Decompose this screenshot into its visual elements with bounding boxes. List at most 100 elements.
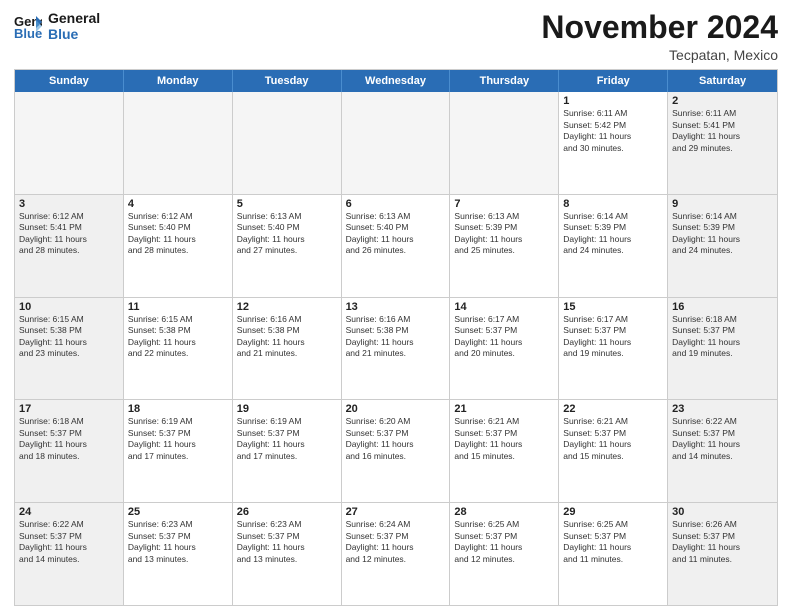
day-number: 8: [563, 198, 663, 210]
calendar-row-4: 24Sunrise: 6:22 AMSunset: 5:37 PMDayligh…: [15, 502, 777, 605]
day-number: 23: [672, 403, 773, 415]
day-number: 18: [128, 403, 228, 415]
cal-cell-0-3: [342, 92, 451, 194]
cell-info: Sunrise: 6:11 AMSunset: 5:42 PMDaylight:…: [563, 108, 663, 154]
calendar-page: General Blue General Blue November 2024 …: [0, 0, 792, 612]
weekday-header-saturday: Saturday: [668, 70, 777, 92]
calendar-row-2: 10Sunrise: 6:15 AMSunset: 5:38 PMDayligh…: [15, 297, 777, 400]
day-number: 24: [19, 506, 119, 518]
header: General Blue General Blue November 2024 …: [14, 10, 778, 63]
calendar-body: 1Sunrise: 6:11 AMSunset: 5:42 PMDaylight…: [15, 92, 777, 605]
day-number: 10: [19, 301, 119, 313]
cell-info: Sunrise: 6:12 AMSunset: 5:41 PMDaylight:…: [19, 211, 119, 257]
cal-cell-1-6: 9Sunrise: 6:14 AMSunset: 5:39 PMDaylight…: [668, 195, 777, 297]
cal-cell-2-4: 14Sunrise: 6:17 AMSunset: 5:37 PMDayligh…: [450, 298, 559, 400]
day-number: 17: [19, 403, 119, 415]
day-number: 4: [128, 198, 228, 210]
day-number: 30: [672, 506, 773, 518]
cal-cell-3-3: 20Sunrise: 6:20 AMSunset: 5:37 PMDayligh…: [342, 400, 451, 502]
cal-cell-1-2: 5Sunrise: 6:13 AMSunset: 5:40 PMDaylight…: [233, 195, 342, 297]
day-number: 9: [672, 198, 773, 210]
cell-info: Sunrise: 6:18 AMSunset: 5:37 PMDaylight:…: [672, 314, 773, 360]
cal-cell-3-4: 21Sunrise: 6:21 AMSunset: 5:37 PMDayligh…: [450, 400, 559, 502]
day-number: 5: [237, 198, 337, 210]
cell-info: Sunrise: 6:19 AMSunset: 5:37 PMDaylight:…: [237, 416, 337, 462]
cal-cell-1-4: 7Sunrise: 6:13 AMSunset: 5:39 PMDaylight…: [450, 195, 559, 297]
cal-cell-0-5: 1Sunrise: 6:11 AMSunset: 5:42 PMDaylight…: [559, 92, 668, 194]
day-number: 26: [237, 506, 337, 518]
cal-cell-2-3: 13Sunrise: 6:16 AMSunset: 5:38 PMDayligh…: [342, 298, 451, 400]
day-number: 14: [454, 301, 554, 313]
cal-cell-4-5: 29Sunrise: 6:25 AMSunset: 5:37 PMDayligh…: [559, 503, 668, 605]
cal-cell-2-0: 10Sunrise: 6:15 AMSunset: 5:38 PMDayligh…: [15, 298, 124, 400]
cal-cell-2-6: 16Sunrise: 6:18 AMSunset: 5:37 PMDayligh…: [668, 298, 777, 400]
day-number: 15: [563, 301, 663, 313]
cell-info: Sunrise: 6:14 AMSunset: 5:39 PMDaylight:…: [563, 211, 663, 257]
day-number: 19: [237, 403, 337, 415]
day-number: 22: [563, 403, 663, 415]
cal-cell-1-0: 3Sunrise: 6:12 AMSunset: 5:41 PMDaylight…: [15, 195, 124, 297]
cell-info: Sunrise: 6:25 AMSunset: 5:37 PMDaylight:…: [563, 519, 663, 565]
weekday-header-sunday: Sunday: [15, 70, 124, 92]
cell-info: Sunrise: 6:14 AMSunset: 5:39 PMDaylight:…: [672, 211, 773, 257]
cal-cell-3-0: 17Sunrise: 6:18 AMSunset: 5:37 PMDayligh…: [15, 400, 124, 502]
cal-cell-0-6: 2Sunrise: 6:11 AMSunset: 5:41 PMDaylight…: [668, 92, 777, 194]
cell-info: Sunrise: 6:11 AMSunset: 5:41 PMDaylight:…: [672, 108, 773, 154]
day-number: 1: [563, 95, 663, 107]
cal-cell-0-1: [124, 92, 233, 194]
cal-cell-0-4: [450, 92, 559, 194]
calendar-row-1: 3Sunrise: 6:12 AMSunset: 5:41 PMDaylight…: [15, 194, 777, 297]
cal-cell-0-0: [15, 92, 124, 194]
day-number: 29: [563, 506, 663, 518]
weekday-header-wednesday: Wednesday: [342, 70, 451, 92]
cal-cell-1-5: 8Sunrise: 6:14 AMSunset: 5:39 PMDaylight…: [559, 195, 668, 297]
calendar-header: SundayMondayTuesdayWednesdayThursdayFrid…: [15, 70, 777, 92]
day-number: 25: [128, 506, 228, 518]
cell-info: Sunrise: 6:19 AMSunset: 5:37 PMDaylight:…: [128, 416, 228, 462]
cell-info: Sunrise: 6:22 AMSunset: 5:37 PMDaylight:…: [672, 416, 773, 462]
cell-info: Sunrise: 6:21 AMSunset: 5:37 PMDaylight:…: [454, 416, 554, 462]
location-text: Tecpatan, Mexico: [541, 47, 778, 63]
cell-info: Sunrise: 6:20 AMSunset: 5:37 PMDaylight:…: [346, 416, 446, 462]
day-number: 28: [454, 506, 554, 518]
cell-info: Sunrise: 6:23 AMSunset: 5:37 PMDaylight:…: [237, 519, 337, 565]
cal-cell-4-0: 24Sunrise: 6:22 AMSunset: 5:37 PMDayligh…: [15, 503, 124, 605]
day-number: 13: [346, 301, 446, 313]
day-number: 2: [672, 95, 773, 107]
cell-info: Sunrise: 6:17 AMSunset: 5:37 PMDaylight:…: [563, 314, 663, 360]
cell-info: Sunrise: 6:17 AMSunset: 5:37 PMDaylight:…: [454, 314, 554, 360]
cell-info: Sunrise: 6:13 AMSunset: 5:40 PMDaylight:…: [346, 211, 446, 257]
cal-cell-3-6: 23Sunrise: 6:22 AMSunset: 5:37 PMDayligh…: [668, 400, 777, 502]
cal-cell-1-3: 6Sunrise: 6:13 AMSunset: 5:40 PMDaylight…: [342, 195, 451, 297]
logo-icon: General Blue: [14, 12, 42, 40]
logo-text-general: General: [48, 10, 100, 26]
day-number: 11: [128, 301, 228, 313]
cal-cell-4-2: 26Sunrise: 6:23 AMSunset: 5:37 PMDayligh…: [233, 503, 342, 605]
weekday-header-monday: Monday: [124, 70, 233, 92]
cal-cell-4-4: 28Sunrise: 6:25 AMSunset: 5:37 PMDayligh…: [450, 503, 559, 605]
logo-area: General Blue General Blue: [14, 10, 100, 42]
logo-text-blue: Blue: [48, 26, 100, 42]
calendar-row-0: 1Sunrise: 6:11 AMSunset: 5:42 PMDaylight…: [15, 92, 777, 194]
day-number: 12: [237, 301, 337, 313]
cal-cell-4-1: 25Sunrise: 6:23 AMSunset: 5:37 PMDayligh…: [124, 503, 233, 605]
day-number: 27: [346, 506, 446, 518]
cell-info: Sunrise: 6:15 AMSunset: 5:38 PMDaylight:…: [19, 314, 119, 360]
calendar: SundayMondayTuesdayWednesdayThursdayFrid…: [14, 69, 778, 606]
cal-cell-3-5: 22Sunrise: 6:21 AMSunset: 5:37 PMDayligh…: [559, 400, 668, 502]
day-number: 7: [454, 198, 554, 210]
day-number: 16: [672, 301, 773, 313]
cell-info: Sunrise: 6:18 AMSunset: 5:37 PMDaylight:…: [19, 416, 119, 462]
cal-cell-3-2: 19Sunrise: 6:19 AMSunset: 5:37 PMDayligh…: [233, 400, 342, 502]
cal-cell-2-2: 12Sunrise: 6:16 AMSunset: 5:38 PMDayligh…: [233, 298, 342, 400]
cal-cell-4-3: 27Sunrise: 6:24 AMSunset: 5:37 PMDayligh…: [342, 503, 451, 605]
cal-cell-4-6: 30Sunrise: 6:26 AMSunset: 5:37 PMDayligh…: [668, 503, 777, 605]
month-title: November 2024: [541, 10, 778, 45]
cell-info: Sunrise: 6:22 AMSunset: 5:37 PMDaylight:…: [19, 519, 119, 565]
cell-info: Sunrise: 6:15 AMSunset: 5:38 PMDaylight:…: [128, 314, 228, 360]
cell-info: Sunrise: 6:26 AMSunset: 5:37 PMDaylight:…: [672, 519, 773, 565]
cal-cell-0-2: [233, 92, 342, 194]
weekday-header-thursday: Thursday: [450, 70, 559, 92]
weekday-header-friday: Friday: [559, 70, 668, 92]
cell-info: Sunrise: 6:16 AMSunset: 5:38 PMDaylight:…: [237, 314, 337, 360]
